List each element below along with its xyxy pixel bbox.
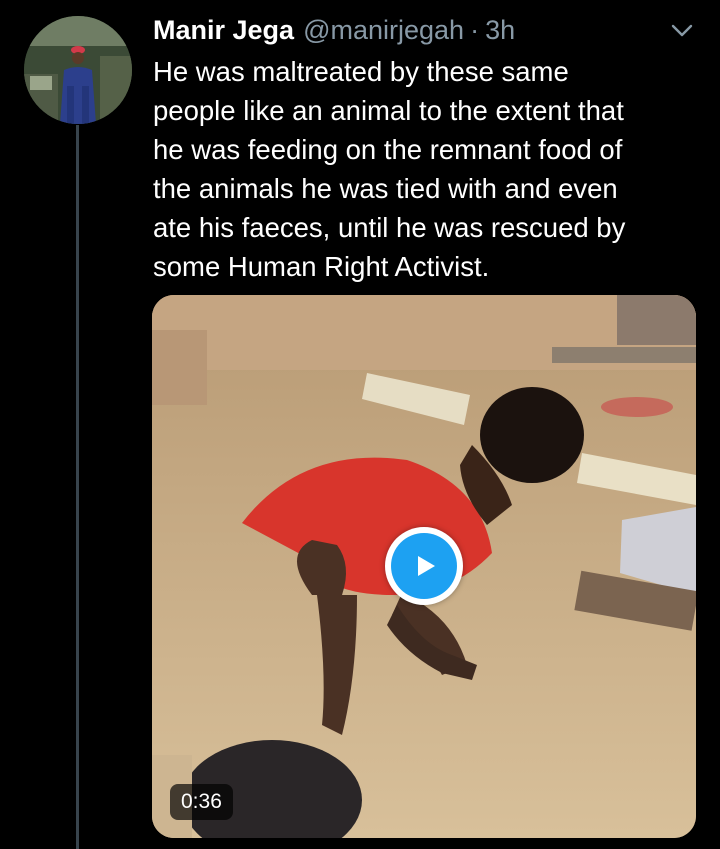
video-player[interactable]: 0:36 [152,295,696,838]
play-icon [391,533,457,599]
separator-dot: · [470,14,480,45]
avatar[interactable] [24,16,132,124]
author-name[interactable]: Manir Jega [153,15,294,46]
thread-line [76,125,79,849]
tweet-timestamp[interactable]: 3h [485,15,515,46]
video-duration-badge: 0:36 [170,784,233,820]
author-handle[interactable]: @manirjegah [303,15,464,46]
tweet-text: He was maltreated by these same people l… [153,56,626,282]
chevron-down-icon[interactable] [668,16,696,44]
tweet-header: Manir Jega @manirjegah · 3h [153,12,700,48]
play-button[interactable] [385,527,463,605]
